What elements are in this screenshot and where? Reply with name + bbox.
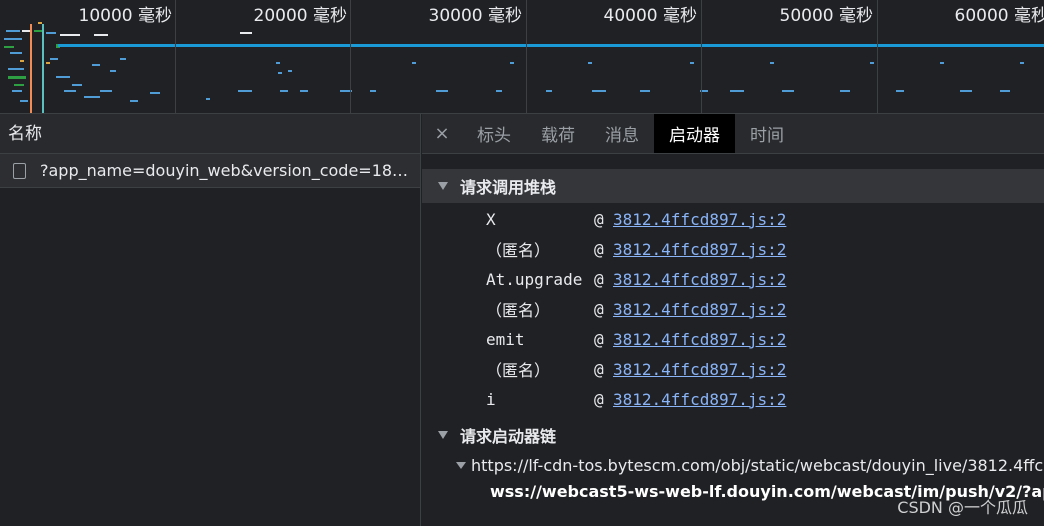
stack-source-link[interactable]: 3812.4ffcd897.js:2 <box>613 240 786 259</box>
stack-frame: （匿名） @ 3812.4ffcd897.js:2 <box>486 294 786 324</box>
stack-at-sign: @ <box>594 299 604 319</box>
stack-frame: At.upgrade @ 3812.4ffcd897.js:2 <box>486 264 786 294</box>
long-request-bar <box>58 44 1044 47</box>
network-overview-timeline[interactable]: 10000 毫秒 20000 毫秒 30000 毫秒 40000 毫秒 5000… <box>0 0 1044 114</box>
collapse-triangle-icon[interactable] <box>456 461 466 469</box>
stack-source-link[interactable]: 3812.4ffcd897.js:2 <box>613 300 786 319</box>
tab-payload[interactable]: 载荷 <box>526 114 590 153</box>
load-event-marker <box>42 24 44 113</box>
name-column-header[interactable]: 名称 <box>0 114 420 154</box>
tick-label-10000: 10000 毫秒 <box>78 6 172 26</box>
call-stack-title: 请求调用堆栈 <box>460 178 557 197</box>
stack-frame: （匿名） @ 3812.4ffcd897.js:2 <box>486 234 786 264</box>
csdn-watermark: CSDN @一个瓜瓜 <box>897 498 1028 517</box>
stack-at-sign: @ <box>594 269 604 289</box>
tick-line-5 <box>877 0 878 113</box>
initiator-chain-parent[interactable]: https://lf-cdn-tos.bytescm.com/obj/stati… <box>456 452 1043 478</box>
tab-initiator[interactable]: 启动器 <box>654 114 735 153</box>
tab-headers[interactable]: 标头 <box>462 114 526 153</box>
stack-frame: （匿名） @ 3812.4ffcd897.js:2 <box>486 354 786 384</box>
stack-at-sign: @ <box>594 359 604 379</box>
request-row-selected[interactable]: ?app_name=douyin_web&version_code=180... <box>0 154 420 188</box>
tick-line-4 <box>701 0 702 113</box>
request-list-panel: 名称 ?app_name=douyin_web&version_code=180… <box>0 114 421 526</box>
stack-at-sign: @ <box>594 209 604 229</box>
stack-frame: emit @ 3812.4ffcd897.js:2 <box>486 324 786 354</box>
initiator-chain-title: 请求启动器链 <box>460 427 557 446</box>
tab-timing[interactable]: 时间 <box>735 114 799 153</box>
stack-source-link[interactable]: 3812.4ffcd897.js:2 <box>613 390 786 409</box>
detail-tabbar: × 标头 载荷 消息 启动器 时间 <box>422 114 1044 154</box>
expand-triangle-icon <box>438 182 448 190</box>
expand-triangle-icon <box>438 431 448 439</box>
call-stack-section-header[interactable]: 请求调用堆栈 <box>422 169 1044 203</box>
stack-function-name: i <box>486 389 496 409</box>
stack-frame: X @ 3812.4ffcd897.js:2 <box>486 204 786 234</box>
stack-at-sign: @ <box>594 239 604 259</box>
dom-content-loaded-marker <box>30 24 32 113</box>
stack-function-name: （匿名） <box>486 241 551 260</box>
stack-function-name: X <box>486 209 496 229</box>
tick-label-20000: 20000 毫秒 <box>253 6 347 26</box>
request-checkbox[interactable] <box>13 162 26 179</box>
stack-source-link[interactable]: 3812.4ffcd897.js:2 <box>613 330 786 349</box>
stack-frame: i @ 3812.4ffcd897.js:2 <box>486 384 786 414</box>
stack-source-link[interactable]: 3812.4ffcd897.js:2 <box>613 210 786 229</box>
request-detail-panel: × 标头 载荷 消息 启动器 时间 请求调用堆栈 X @ 3812.4ffcd8… <box>422 114 1044 526</box>
stack-at-sign: @ <box>594 329 604 349</box>
tick-line-1 <box>175 0 176 113</box>
tick-label-30000: 30000 毫秒 <box>428 6 522 26</box>
stack-at-sign: @ <box>594 389 604 409</box>
initiator-chain-section-header[interactable]: 请求启动器链 <box>422 418 1044 452</box>
initiator-parent-url: https://lf-cdn-tos.bytescm.com/obj/stati… <box>471 455 1044 475</box>
tick-line-2 <box>350 0 351 113</box>
close-detail-button[interactable]: × <box>422 114 462 153</box>
stack-function-name: （匿名） <box>486 361 551 380</box>
tick-label-50000: 50000 毫秒 <box>779 6 873 26</box>
stack-function-name: At.upgrade <box>486 269 583 289</box>
stack-source-link[interactable]: 3812.4ffcd897.js:2 <box>613 360 786 379</box>
tick-line-3 <box>526 0 527 113</box>
tick-label-60000: 60000 毫秒 <box>954 6 1044 26</box>
stack-function-name: （匿名） <box>486 301 551 320</box>
stack-source-link[interactable]: 3812.4ffcd897.js:2 <box>613 270 786 289</box>
stack-function-name: emit <box>486 329 525 349</box>
tab-messages[interactable]: 消息 <box>590 114 654 153</box>
request-name: ?app_name=douyin_web&version_code=180... <box>40 161 410 180</box>
tick-label-40000: 40000 毫秒 <box>603 6 697 26</box>
